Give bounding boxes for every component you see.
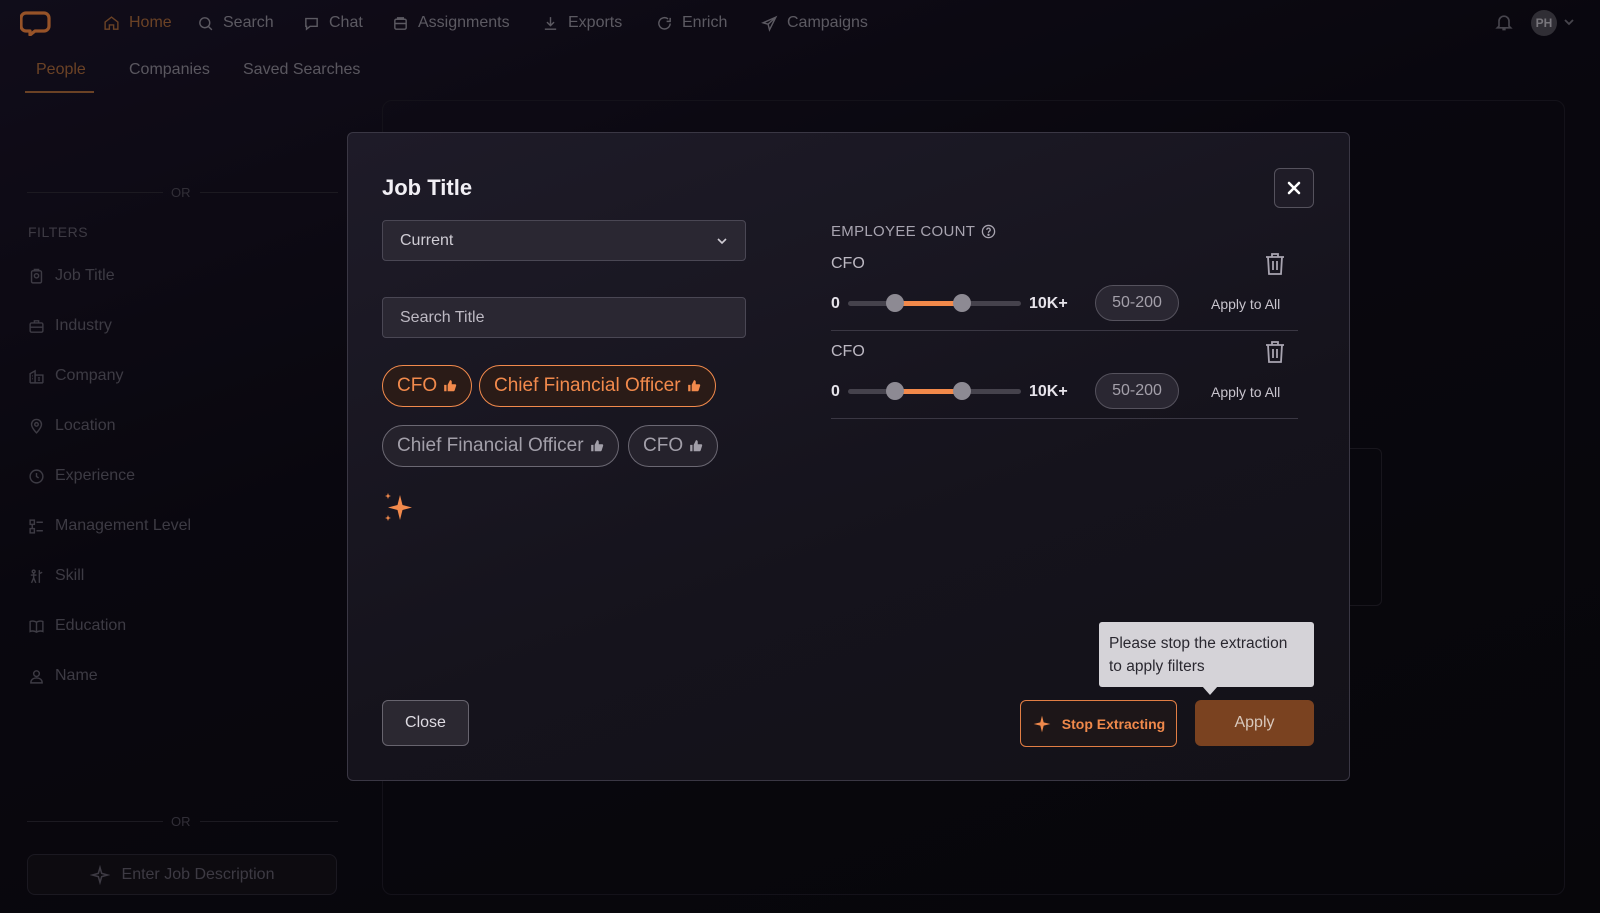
apply-button[interactable]: Apply: [1195, 700, 1314, 746]
selected-title-chip[interactable]: Chief Financial Officer: [479, 365, 716, 407]
chip-label: CFO: [397, 375, 438, 396]
close-modal-button[interactable]: [1274, 168, 1314, 208]
chip-label: CFO: [643, 435, 684, 456]
chip-label: Chief Financial Officer: [397, 435, 584, 456]
modal-title: Job Title: [382, 175, 473, 200]
employee-row-title: CFO: [831, 255, 865, 272]
job-title-scope-select[interactable]: Current: [382, 220, 746, 261]
tooltip-arrow: [1202, 686, 1218, 695]
close-button[interactable]: Close: [382, 700, 469, 746]
slider-max-label: 10K+: [1029, 383, 1068, 400]
chevron-down-icon: [717, 237, 727, 244]
employee-count-heading: EMPLOYEE COUNT: [831, 223, 996, 240]
apply-to-all-link[interactable]: Apply to All: [1211, 296, 1280, 312]
thumbs-up-icon[interactable]: [443, 379, 457, 393]
row-divider: [831, 418, 1298, 419]
thumbs-up-icon[interactable]: [689, 439, 703, 453]
search-title-input[interactable]: [400, 308, 728, 327]
apply-to-all-link[interactable]: Apply to All: [1211, 384, 1280, 400]
suggested-title-chip[interactable]: CFO: [628, 425, 719, 467]
chip-label: Chief Financial Officer: [494, 375, 681, 396]
slider-range-fill: [894, 389, 963, 394]
row-divider: [831, 330, 1298, 331]
slider-min-label: 0: [831, 383, 840, 400]
slider-min-handle[interactable]: [885, 382, 904, 400]
select-value: Current: [400, 231, 454, 249]
slider-min-label: 0: [831, 295, 840, 312]
close-icon: [1287, 181, 1301, 195]
trash-icon[interactable]: [1264, 252, 1286, 276]
thumbs-up-icon[interactable]: [687, 379, 701, 393]
employee-count-label: EMPLOYEE COUNT: [831, 223, 976, 240]
search-title-field[interactable]: [382, 297, 746, 338]
apply-disabled-tooltip: Please stop the extraction to apply filt…: [1099, 622, 1314, 687]
stop-extracting-label: Stop Extracting: [1061, 715, 1166, 732]
trash-icon[interactable]: [1264, 340, 1286, 364]
employee-row-title: CFO: [831, 343, 865, 360]
slider-max-label: 10K+: [1029, 295, 1068, 312]
sparkle-icon: [1033, 715, 1051, 732]
employee-count-slider[interactable]: [848, 294, 1021, 312]
thumbs-up-icon[interactable]: [590, 439, 604, 453]
slider-min-handle[interactable]: [885, 294, 904, 312]
ai-sparkle-icon[interactable]: [383, 490, 415, 524]
stop-extracting-button[interactable]: Stop Extracting: [1020, 700, 1177, 747]
slider-range-fill: [894, 301, 963, 306]
employee-range-input[interactable]: 50-200: [1095, 373, 1179, 409]
employee-count-slider[interactable]: [848, 382, 1021, 400]
selected-title-chip[interactable]: CFO: [382, 365, 473, 407]
help-icon[interactable]: [981, 224, 996, 239]
suggested-title-chip[interactable]: Chief Financial Officer: [382, 425, 619, 467]
employee-range-input[interactable]: 50-200: [1095, 285, 1179, 321]
